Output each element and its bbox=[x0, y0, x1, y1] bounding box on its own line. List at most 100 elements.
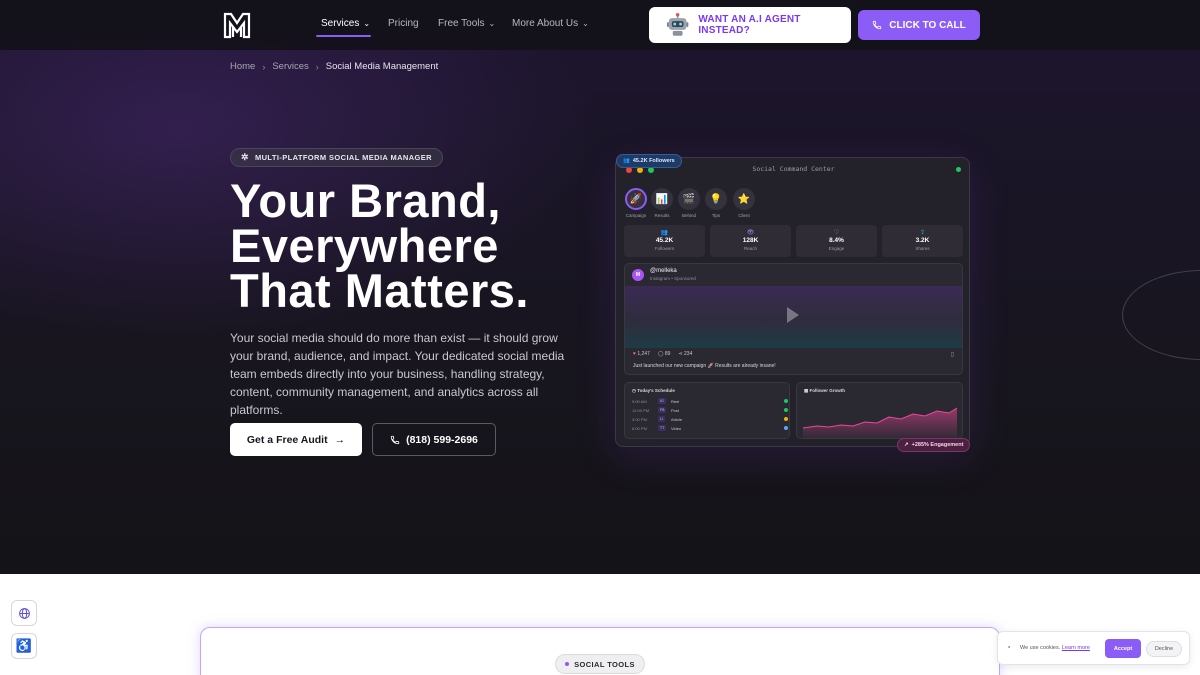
users-icon: 👥 bbox=[660, 230, 669, 236]
comment-icon: ◯ bbox=[657, 351, 664, 357]
stat-value: 3.2K bbox=[915, 237, 930, 244]
arrow-right-icon: → bbox=[334, 433, 346, 446]
headline-line-1: Your Brand, bbox=[230, 174, 501, 227]
story-behind[interactable]: 🎬 Behind bbox=[678, 188, 700, 218]
followers-badge: 👥 45.2K Followers bbox=[616, 154, 682, 168]
phone-number-button[interactable]: (818) 599-2696 bbox=[372, 423, 496, 456]
hero-pill-label: MULTI-PLATFORM SOCIAL MEDIA MANAGER bbox=[254, 153, 432, 162]
ai-agent-button[interactable]: WANT AN A.I AGENT INSTEAD? bbox=[649, 7, 851, 43]
nav-more-about-us-label: More About Us bbox=[512, 18, 579, 29]
hero-description: Your social media should do more than ex… bbox=[230, 331, 565, 417]
eye-icon: 👁 bbox=[746, 230, 755, 236]
trending-up-icon: ↗ bbox=[904, 442, 909, 448]
engagement-badge: ↗ +285% Engagement bbox=[897, 438, 971, 452]
nav-free-tools[interactable]: Free Tools ⌄ bbox=[438, 18, 495, 29]
free-audit-label: Get a Free Audit bbox=[246, 433, 328, 446]
breadcrumb-home[interactable]: Home bbox=[230, 61, 255, 72]
story-results[interactable]: 📊 Results bbox=[651, 188, 673, 218]
robot-icon bbox=[666, 13, 689, 36]
social-post-card: M @melleka Instagram • Sponsored ♥ 1,247… bbox=[624, 263, 963, 375]
heart-icon: ♥ bbox=[633, 351, 636, 357]
purple-dot-icon bbox=[565, 662, 570, 666]
decline-cookies-button[interactable]: Decline bbox=[1146, 641, 1182, 657]
schedule-platform: FB bbox=[658, 407, 667, 413]
share-count: 234 bbox=[684, 351, 693, 357]
top-navbar bbox=[0, 0, 1200, 50]
chevron-down-icon: ⌄ bbox=[363, 19, 371, 28]
hero-pill: ✲ MULTI-PLATFORM SOCIAL MEDIA MANAGER bbox=[230, 148, 443, 167]
stat-label: Followers bbox=[654, 246, 675, 251]
schedule-title: ◷ Today's Schedule bbox=[632, 388, 675, 393]
chevron-down-icon: ⌄ bbox=[488, 19, 496, 28]
lightbulb-icon: 💡 bbox=[705, 188, 727, 210]
engagement-badge-label: +285% Engagement bbox=[911, 442, 964, 448]
accept-cookies-button[interactable]: Accept bbox=[1105, 639, 1141, 658]
schedule-platform: IG bbox=[658, 398, 666, 404]
post-video-thumbnail[interactable] bbox=[625, 286, 962, 348]
stat-label: Shares bbox=[915, 246, 930, 251]
active-nav-underline bbox=[316, 35, 371, 37]
nav-free-tools-label: Free Tools bbox=[438, 18, 485, 29]
language-button[interactable] bbox=[11, 600, 37, 626]
status-dot bbox=[784, 399, 788, 403]
followers-badge-label: 45.2K Followers bbox=[632, 158, 675, 164]
story-tips[interactable]: 💡 Tips bbox=[705, 188, 727, 218]
follower-growth-chart bbox=[802, 407, 958, 438]
star-icon: ⭐ bbox=[733, 188, 755, 210]
chevron-right-icon: › bbox=[315, 61, 319, 72]
avatar: M bbox=[632, 269, 644, 281]
users-icon: 👥 bbox=[623, 158, 630, 164]
stat-label: Reach bbox=[743, 246, 757, 251]
nav-pricing-label: Pricing bbox=[388, 18, 419, 29]
nav-services[interactable]: Services ⌄ bbox=[321, 18, 370, 29]
play-icon[interactable] bbox=[787, 307, 799, 323]
free-audit-button[interactable]: Get a Free Audit → bbox=[230, 423, 362, 456]
breadcrumb-services[interactable]: Services bbox=[272, 61, 308, 72]
click-to-call-button[interactable]: CLICK TO CALL bbox=[858, 10, 980, 40]
story-client[interactable]: ⭐ Client bbox=[733, 188, 755, 218]
chevron-right-icon: › bbox=[262, 61, 266, 72]
sparkle-icon: ✲ bbox=[241, 152, 249, 162]
chart-icon: 📊 bbox=[651, 188, 673, 210]
accessibility-button[interactable]: ♿ bbox=[11, 633, 37, 659]
brand-logo[interactable] bbox=[222, 10, 252, 40]
nav-more-about-us[interactable]: More About Us ⌄ bbox=[512, 18, 589, 29]
page-title: Your Brand, Everywhere That Matters. bbox=[230, 174, 630, 314]
story-campaign[interactable]: 🚀 Campaign bbox=[625, 188, 647, 218]
share-icon: ⇪ bbox=[919, 230, 926, 236]
like-action[interactable]: ♥ 1,247 bbox=[633, 351, 650, 357]
online-status-dot bbox=[956, 167, 961, 172]
post-subtitle: Instagram • Sponsored bbox=[650, 276, 696, 281]
schedule-row: 9:00 AM IG Reel bbox=[632, 398, 788, 406]
stat-value: 45.2K bbox=[655, 237, 674, 244]
share-icon: ⋖ bbox=[678, 351, 683, 357]
cookie-text: We use cookies. Learn more bbox=[1020, 645, 1090, 651]
schedule-panel: ◷ Today's Schedule 9:00 AM IG Reel 12:00… bbox=[624, 382, 790, 439]
clapperboard-icon: 🎬 bbox=[678, 188, 700, 210]
phone-number-label: (818) 599-2696 bbox=[406, 433, 478, 446]
schedule-row: 6:00 PM TT Video bbox=[632, 425, 788, 433]
comment-count: 89 bbox=[664, 351, 671, 357]
schedule-kind: Video bbox=[671, 426, 682, 431]
stat-followers: 👥 45.2K Followers bbox=[624, 225, 705, 257]
chevron-down-icon: ⌄ bbox=[582, 19, 589, 28]
social-dashboard-mockup: Social Command Center 🚀 Campaign 📊 Resul… bbox=[615, 157, 970, 447]
schedule-title-text: Today's Schedule bbox=[637, 388, 675, 393]
post-caption: Just launched our new campaign 🚀 Results… bbox=[633, 363, 776, 369]
comment-action[interactable]: ◯ 89 bbox=[658, 351, 671, 357]
stat-value: 8.4% bbox=[829, 237, 844, 244]
stat-engage: ♡ 8.4% Engage bbox=[796, 225, 877, 257]
breadcrumb-current: Social Media Management bbox=[325, 61, 439, 72]
rocket-icon: 🚀 bbox=[625, 188, 647, 210]
learn-more-link[interactable]: Learn more bbox=[1062, 645, 1090, 651]
share-action[interactable]: ⋖ 234 bbox=[678, 351, 692, 357]
breadcrumb: Home › Services › Social Media Managemen… bbox=[230, 61, 438, 72]
schedule-time: 12:00 PM bbox=[632, 408, 650, 413]
schedule-row: 12:00 PM FB Post bbox=[632, 407, 788, 415]
post-username: @melleka bbox=[650, 268, 677, 274]
cookie-banner: ◔ We use cookies. Learn more Accept Decl… bbox=[997, 631, 1190, 665]
schedule-platform: TT bbox=[658, 425, 667, 431]
bookmark-icon[interactable]: ▯ bbox=[951, 351, 954, 358]
stat-value: 128K bbox=[742, 237, 759, 244]
nav-pricing[interactable]: Pricing bbox=[388, 18, 419, 29]
